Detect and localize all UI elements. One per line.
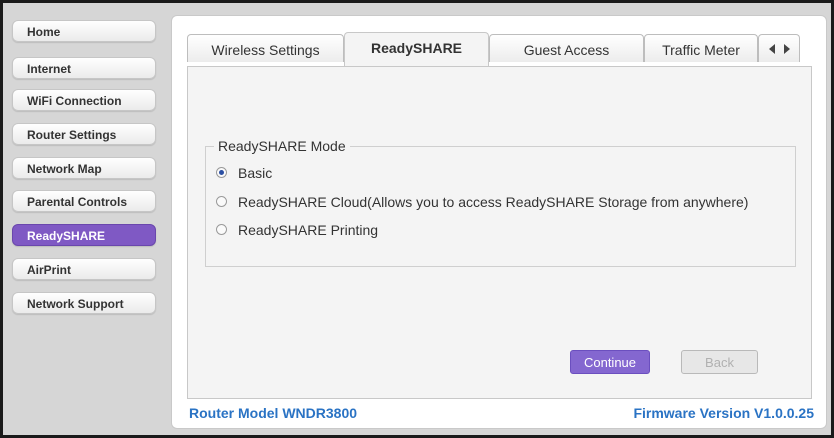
arrow-left-icon[interactable] [769,44,775,54]
router-model-label: Router Model WNDR3800 [189,405,358,421]
sidebar-item-network-map[interactable]: Network Map [12,157,156,179]
radio-cloud[interactable] [216,196,227,207]
radio-basic-label: Basic [238,165,273,181]
tab-wireless-settings[interactable]: Wireless Settings [187,34,344,62]
radio-basic[interactable] [216,167,227,178]
radio-printing[interactable] [216,224,227,235]
readyshare-mode-group: ReadySHARE Mode Basic ReadySHARE Cloud(A… [205,138,796,267]
firmware-version-label: Firmware Version V1.0.0.25 [633,405,814,421]
main-panel: Wireless Settings ReadySHARE Guest Acces… [171,15,827,429]
sidebar-item-readyshare[interactable]: ReadySHARE [12,224,156,246]
sidebar-item-parental-controls[interactable]: Parental Controls [12,190,156,212]
sidebar-item-internet[interactable]: Internet [12,57,156,79]
arrow-right-icon[interactable] [784,44,790,54]
tab-readyshare[interactable]: ReadySHARE [344,32,489,66]
sidebar-item-wifi-connection[interactable]: WiFi Connection [12,89,156,111]
readyshare-mode-legend: ReadySHARE Mode [214,138,350,154]
window-frame-left [0,0,3,438]
tab-scroll-arrows [758,34,800,62]
sidebar-item-airprint[interactable]: AirPrint [12,258,156,280]
sidebar-item-network-support[interactable]: Network Support [12,292,156,314]
continue-button[interactable]: Continue [570,350,650,374]
tab-guest-access[interactable]: Guest Access [489,34,644,62]
sidebar-item-router-settings[interactable]: Router Settings [12,123,156,145]
back-button[interactable]: Back [681,350,758,374]
window-frame-top [0,0,834,3]
tab-traffic-meter[interactable]: Traffic Meter [644,34,758,62]
sidebar-item-home[interactable]: Home [12,20,156,42]
radio-cloud-label: ReadySHARE Cloud(Allows you to access Re… [238,194,749,210]
radio-printing-label: ReadySHARE Printing [238,222,379,238]
